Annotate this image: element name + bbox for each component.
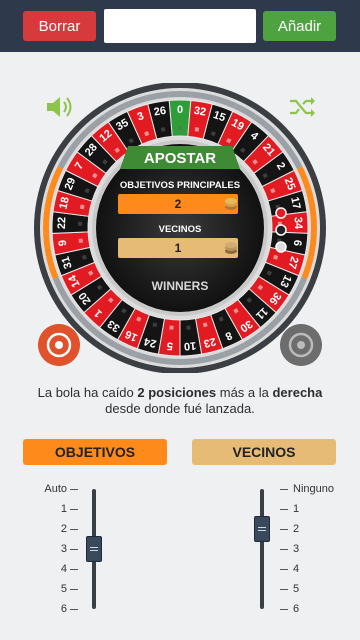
- message-text: desde donde fué lanzada.: [105, 401, 255, 416]
- slider-thumb[interactable]: [86, 536, 102, 562]
- tab-neighbors[interactable]: VECINOS: [192, 439, 336, 465]
- slider-thumb[interactable]: [254, 516, 270, 542]
- spin-counterclockwise-button[interactable]: [38, 324, 80, 366]
- bet-title: APOSTAR: [144, 150, 216, 167]
- ball-marker: [275, 207, 287, 219]
- pocket-number: 17: [288, 196, 302, 211]
- neighbors-value: 1: [175, 241, 182, 255]
- slider-tick-label: 4: [60, 563, 67, 575]
- slider-tick: [70, 489, 78, 490]
- message-direction: derecha: [272, 385, 323, 400]
- pocket-number: 32: [193, 105, 207, 119]
- slider-tick: [70, 509, 78, 510]
- pocket-number: 34: [292, 217, 305, 231]
- pocket-marker: [79, 204, 85, 210]
- slider-tick: [70, 529, 78, 530]
- slider-tick-label: 5: [293, 583, 300, 595]
- clear-button[interactable]: Borrar: [23, 11, 96, 41]
- slider-tick-label: 2: [60, 523, 67, 535]
- slider-tick-label: 5: [60, 583, 67, 595]
- slider-tick: [280, 509, 288, 510]
- pocket-marker: [178, 126, 182, 130]
- slider-tick-label: 4: [293, 563, 300, 575]
- message-positions: 2 posiciones: [137, 385, 217, 400]
- slider-tick-label: Ninguno: [293, 483, 334, 495]
- message-text: La bola ha caído: [37, 385, 138, 400]
- top-bar: Borrar Añadir: [0, 0, 360, 52]
- pocket-number: 26: [153, 105, 167, 119]
- accent-segment: [168, 91, 192, 98]
- slider-tick-label: 1: [293, 503, 300, 515]
- slider-tick: [280, 529, 288, 530]
- slider-track[interactable]: [260, 489, 264, 609]
- pocket-number: 5: [166, 339, 173, 351]
- slider-tick: [70, 549, 78, 550]
- tab-targets[interactable]: OBJETIVOS: [23, 439, 167, 465]
- slider-tick-label: 3: [293, 543, 300, 555]
- ball-marker: [275, 241, 287, 253]
- main-targets-value: 2: [175, 197, 182, 211]
- chips-icon: [225, 242, 237, 254]
- slider-tick-label: 2: [293, 523, 300, 535]
- spin-clockwise-button[interactable]: [280, 324, 322, 366]
- slider-tick-label: 6: [60, 603, 67, 615]
- slider-tick: [280, 569, 288, 570]
- slider-tick: [280, 489, 288, 490]
- slider-tick: [280, 609, 288, 610]
- pocket-marker: [78, 238, 84, 243]
- slider-tick: [280, 589, 288, 590]
- ball-marker: [275, 224, 287, 236]
- slider-tick-label: 6: [293, 603, 300, 615]
- main-targets-label: OBJETIVOS PRINCIPALES: [120, 180, 240, 191]
- pocket-number: 18: [57, 196, 71, 211]
- slider-tick: [70, 569, 78, 570]
- pocket-marker: [160, 127, 166, 132]
- pocket-marker: [186, 325, 191, 330]
- add-button[interactable]: Añadir: [263, 11, 336, 41]
- slider-tick: [70, 589, 78, 590]
- pocket-number: 10: [183, 339, 196, 352]
- pocket-marker: [194, 127, 200, 132]
- slider-tick-label: Auto: [44, 483, 67, 495]
- accent-segment: [43, 210, 51, 234]
- chips-icon: [225, 198, 237, 210]
- slider-tick-label: 1: [60, 503, 67, 515]
- brand-logo: WINNERS: [152, 279, 209, 293]
- pocket-number: 0: [177, 104, 183, 116]
- number-input[interactable]: [104, 9, 256, 43]
- result-message: La bola ha caído 2 posiciones más a la d…: [20, 385, 340, 417]
- neighbors-label: VECINOS: [159, 224, 202, 235]
- accent-segment: [309, 210, 317, 234]
- pocket-marker: [78, 221, 83, 226]
- slider-tick: [280, 549, 288, 550]
- slider-tick-label: 3: [60, 543, 67, 555]
- slider-tick: [70, 609, 78, 610]
- pocket-number: 22: [56, 217, 69, 230]
- pocket-marker: [169, 325, 174, 330]
- message-text: más a la: [216, 385, 273, 400]
